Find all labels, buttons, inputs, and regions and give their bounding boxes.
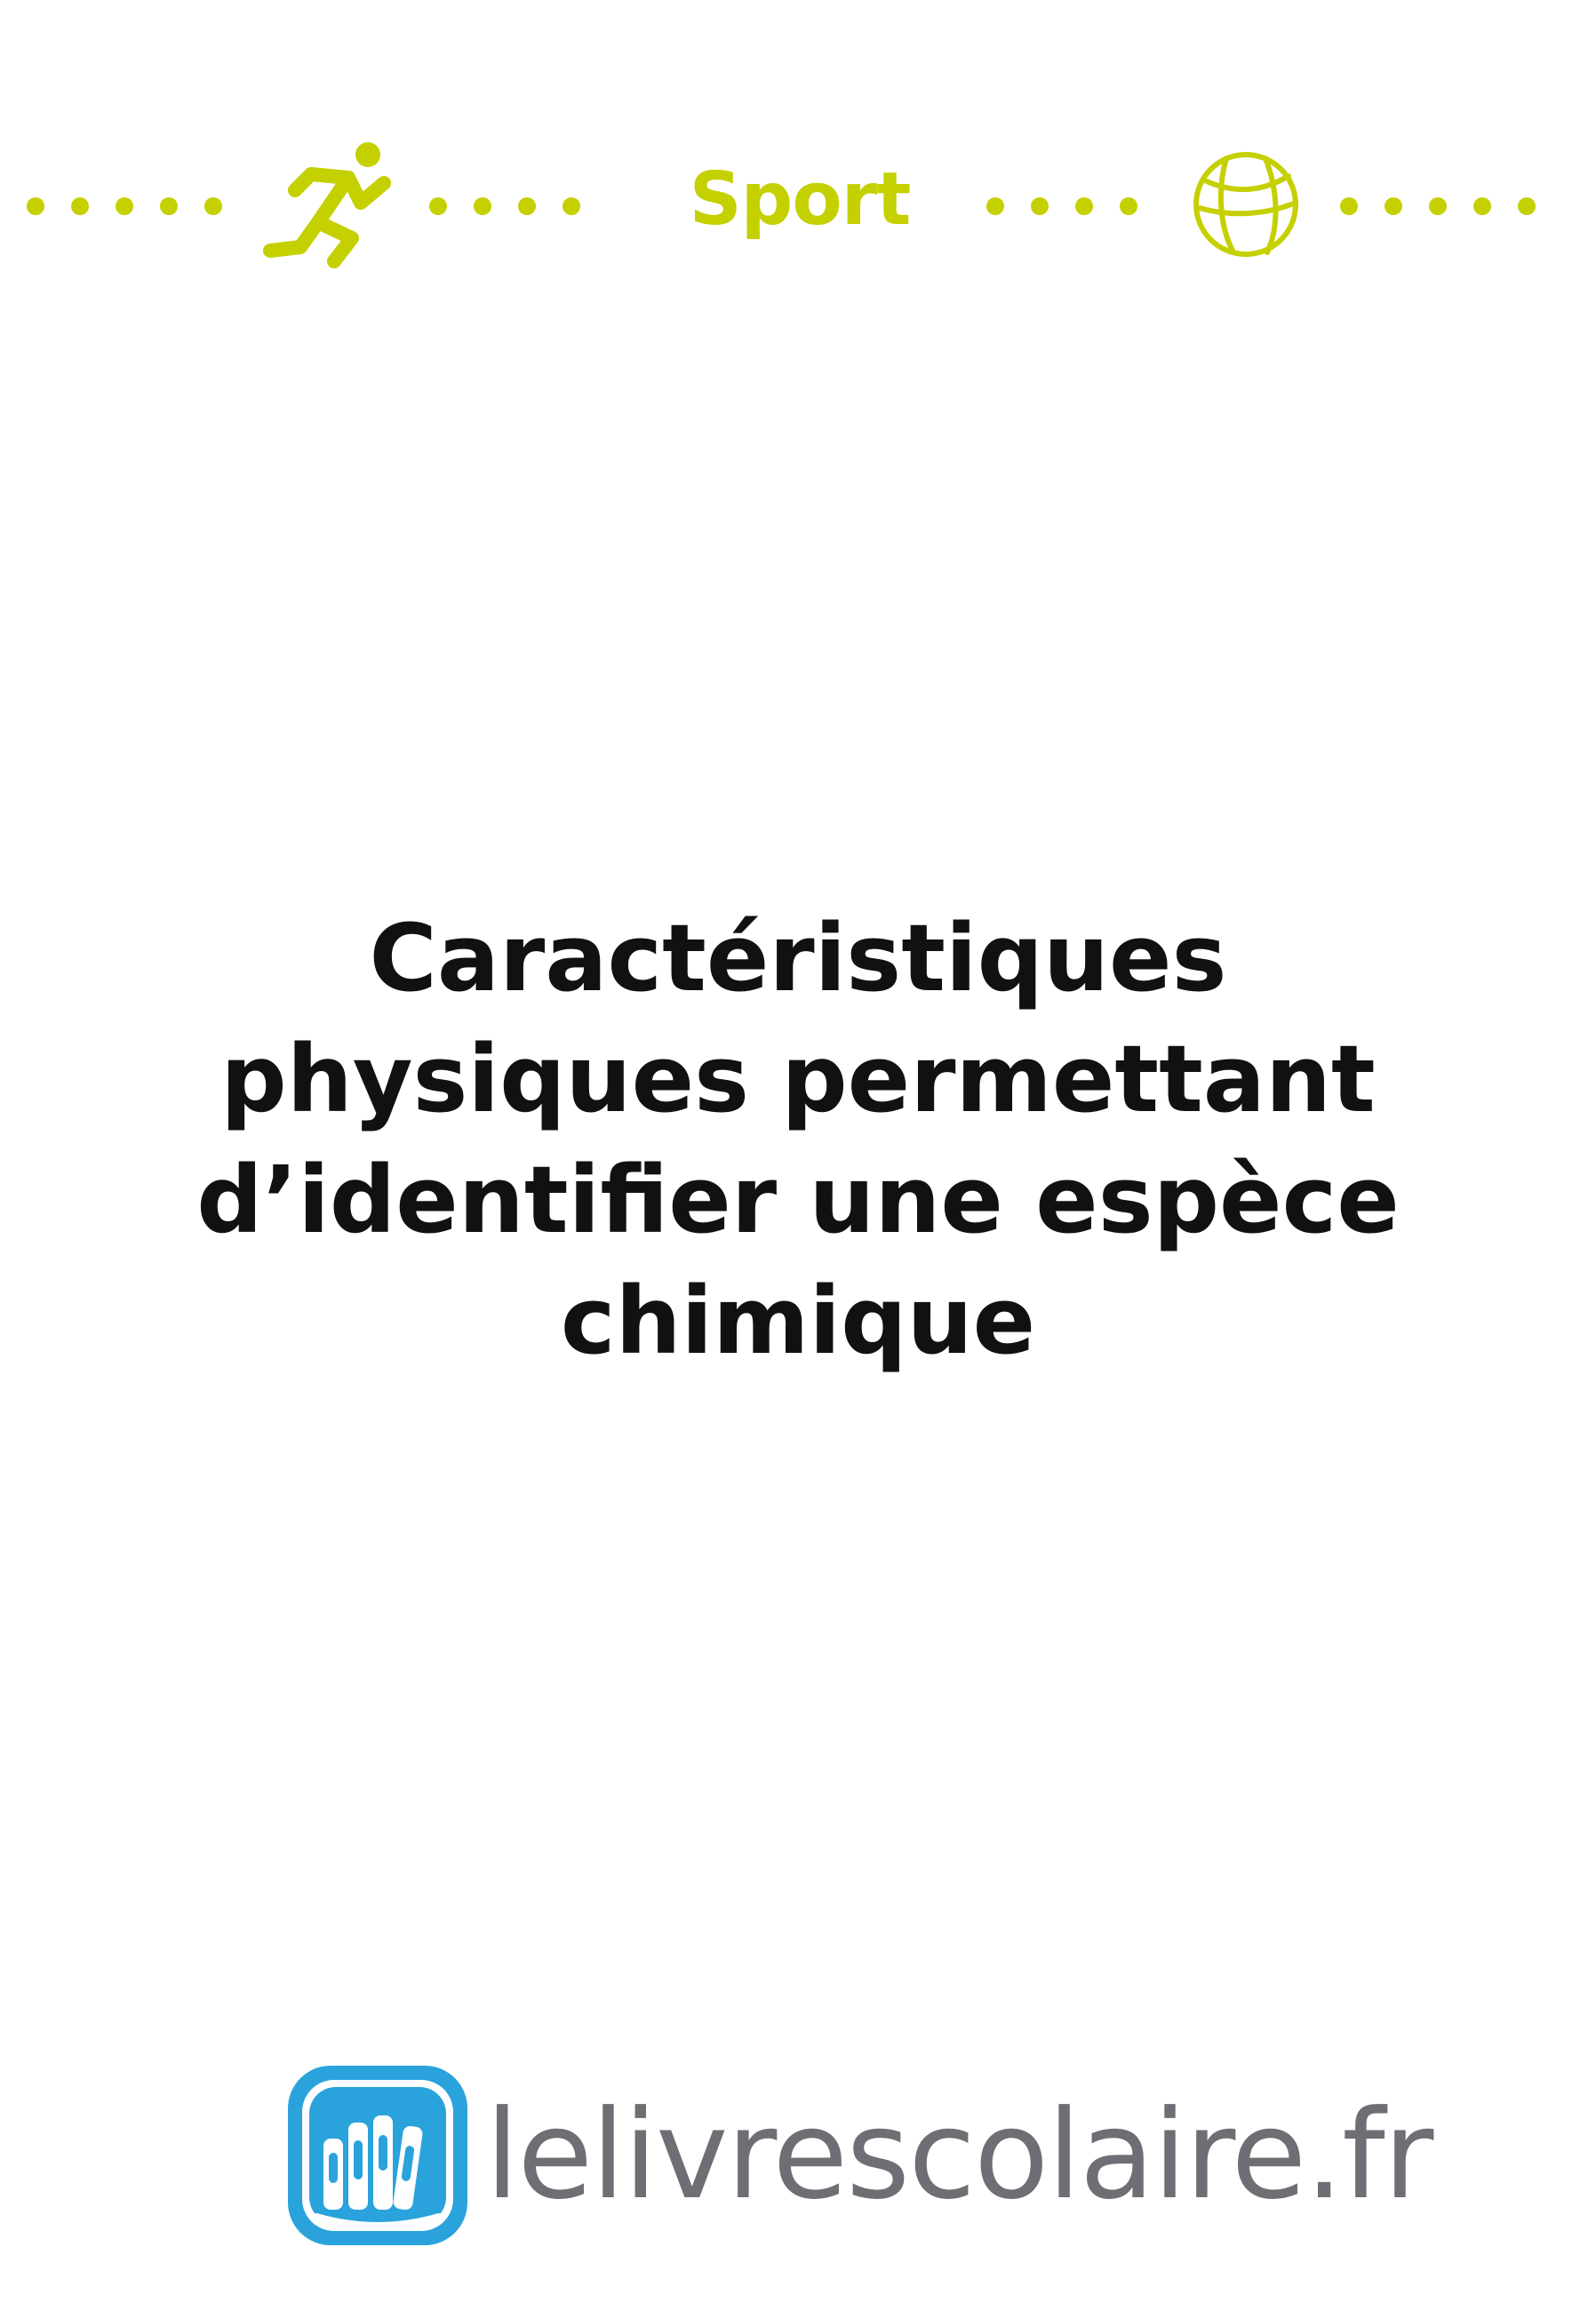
title-line: Caractéristiques bbox=[369, 904, 1227, 1012]
title-line: physiques permettant bbox=[220, 1025, 1376, 1133]
dot-separator bbox=[429, 197, 580, 215]
dot-separator bbox=[986, 197, 1137, 215]
title-line: d’identifier une espèce bbox=[196, 1146, 1400, 1254]
books-logo-icon bbox=[288, 2066, 467, 2245]
logo-wordmark: lelivrescolaire.fr bbox=[485, 2083, 1433, 2227]
page-title: Caractéristiques physiques permettant d’… bbox=[142, 898, 1454, 1381]
dot-separator bbox=[27, 197, 222, 215]
title-line: chimique bbox=[560, 1267, 1036, 1375]
basketball-icon bbox=[1193, 152, 1298, 257]
section-label: Sport bbox=[689, 157, 912, 242]
runner-icon bbox=[263, 142, 391, 268]
dot-separator bbox=[1340, 197, 1536, 215]
section-header: Sport bbox=[0, 124, 1596, 284]
publisher-logo[interactable]: lelivrescolaire.fr bbox=[283, 2060, 1433, 2256]
